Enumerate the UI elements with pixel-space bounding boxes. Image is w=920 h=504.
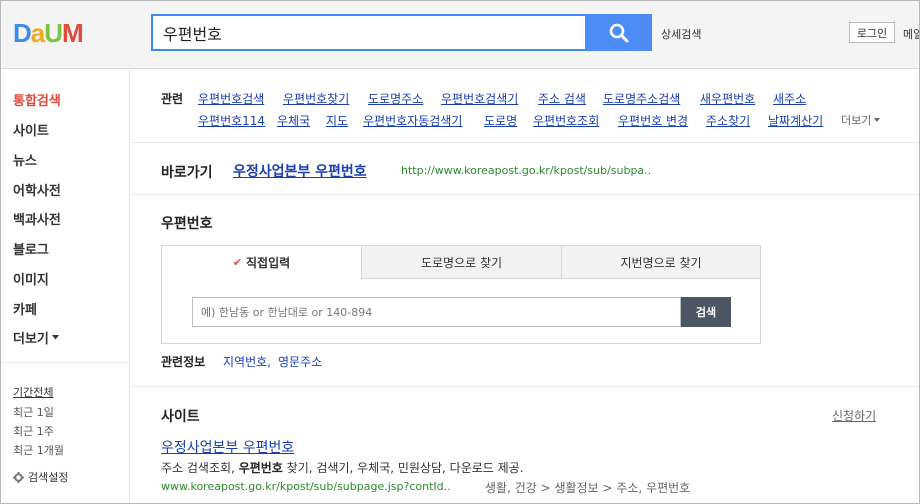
advanced-search-link[interactable]: 상세검색 [661, 26, 701, 42]
browser-page: D a U M 상세검색 로그인 메일 통합검색 사이트 뉴스 어학사전 백과사… [0, 0, 920, 504]
related-link[interactable]: 도로명주소 [368, 90, 423, 107]
related-link[interactable]: 도로명주소검색 [603, 90, 680, 107]
related-link[interactable]: 우편번호검색 [198, 90, 264, 107]
sidebar-more-label: 더보기 [13, 332, 49, 347]
english-address-link[interactable]: 영문주소 [278, 353, 322, 370]
related-more-label: 더보기 [841, 114, 872, 127]
daum-logo[interactable]: D a U M [13, 17, 84, 48]
logo-letter-a: a [30, 17, 46, 48]
sidebar: 통합검색 사이트 뉴스 어학사전 백과사전 블로그 이미지 카페 더보기 기간전… [1, 70, 130, 503]
zipcode-tabs: ✔ 직접입력 도로명으로 찾기 지번명으로 찾기 [162, 246, 760, 279]
section-divider [131, 142, 919, 143]
apply-link[interactable]: 신청하기 [832, 407, 876, 424]
shortcut-url[interactable]: http://www.koreapost.go.kr/kpost/sub/sub… [401, 164, 651, 177]
logo-letter-d: D [13, 17, 32, 48]
login-button[interactable]: 로그인 [849, 22, 895, 43]
related-link[interactable]: 우체국 [277, 112, 310, 129]
logo-letter-m: M [62, 17, 84, 48]
search-input[interactable] [153, 16, 585, 49]
zipcode-input[interactable] [193, 298, 680, 326]
related-info-label: 관련정보 [161, 355, 206, 369]
result-description: 주소 검색조회, 우편번호 찾기, 검색기, 우체국, 민원상담, 다운로드 제… [161, 459, 524, 476]
result-title-link[interactable]: 우정사업본부 우편번호 [161, 437, 294, 457]
search-settings-label: 검색설정 [28, 471, 69, 484]
sidebar-item-news[interactable]: 뉴스 [13, 150, 37, 169]
sidebar-item-image[interactable]: 이미지 [13, 269, 49, 288]
caret-down-icon [51, 335, 59, 340]
result-desc-post: 찾기, 검색기, 우체국, 민원상담, 다운로드 제공. [282, 461, 524, 475]
search-settings-link[interactable]: 검색설정 [13, 469, 68, 485]
search-button[interactable] [585, 14, 652, 51]
mail-link[interactable]: 메일 [903, 26, 919, 42]
related-link[interactable]: 우편번호자동검색기 [363, 112, 462, 129]
period-item-1month[interactable]: 최근 1개월 [13, 442, 64, 458]
period-item-1day[interactable]: 최근 1일 [13, 404, 54, 420]
related-link[interactable]: 주소찾기 [706, 112, 750, 129]
caret-down-icon [874, 118, 881, 122]
zipcode-input-wrapper [192, 297, 681, 327]
gear-icon [13, 471, 24, 483]
sidebar-item-encyclopedia[interactable]: 백과사전 [13, 209, 61, 228]
zipcode-search-panel: ✔ 직접입력 도로명으로 찾기 지번명으로 찾기 검색 [161, 245, 761, 344]
result-desc-highlight: 우편번호 [238, 461, 283, 475]
tab-direct-input[interactable]: ✔ 직접입력 [162, 246, 361, 279]
related-link[interactable]: 새주소 [773, 90, 806, 107]
logo-letter-u: U [44, 17, 63, 48]
search-icon [609, 23, 628, 42]
sidebar-divider [1, 362, 129, 363]
tab-direct-input-label: 직접입력 [246, 255, 291, 270]
related-link[interactable]: 새우편번호 [700, 90, 755, 107]
related-link[interactable]: 우편번호검색기 [441, 90, 518, 107]
zipcode-section-title: 우편번호 [161, 216, 213, 232]
related-link[interactable]: 우편번호찾기 [283, 90, 349, 107]
search-box [151, 14, 585, 51]
period-item-1week[interactable]: 최근 1주 [13, 423, 54, 439]
tab-road-name[interactable]: 도로명으로 찾기 [361, 246, 561, 279]
shortcut-label: 바로가기 [161, 165, 213, 181]
related-link[interactable]: 우편번호114 [198, 112, 265, 129]
sidebar-item-integrated-search[interactable]: 통합검색 [13, 90, 61, 109]
period-filter-title[interactable]: 기간전체 [13, 384, 53, 400]
section-divider [131, 194, 919, 195]
sidebar-item-cafe[interactable]: 카페 [13, 299, 37, 318]
related-link[interactable]: 날짜계산기 [768, 112, 823, 129]
related-label: 관련 [161, 92, 184, 106]
related-link[interactable]: 지도 [326, 112, 348, 129]
result-url[interactable]: www.koreapost.go.kr/kpost/sub/subpage.js… [161, 480, 451, 493]
main-content: 관련 우편번호검색 우편번호찾기 도로명주소 우편번호검색기 주소 검색 도로명… [131, 70, 919, 503]
sidebar-item-more[interactable]: 더보기 [13, 328, 59, 347]
related-link[interactable]: 도로명 [484, 112, 517, 129]
section-divider [131, 386, 919, 387]
area-code-link[interactable]: 지역번호, [223, 353, 271, 370]
related-more-button[interactable]: 더보기 [841, 112, 881, 128]
related-link[interactable]: 우편번호조회 [533, 112, 599, 129]
site-section-title: 사이트 [161, 409, 200, 425]
sidebar-item-site[interactable]: 사이트 [13, 120, 49, 139]
sidebar-item-blog[interactable]: 블로그 [13, 239, 49, 258]
zipcode-search-button[interactable]: 검색 [681, 297, 731, 327]
result-category-path: 생활, 건강 > 생활정보 > 주소, 우편번호 [485, 481, 691, 495]
related-link[interactable]: 우편번호 변경 [618, 112, 688, 129]
header: D a U M 상세검색 로그인 메일 [1, 1, 919, 69]
check-icon: ✔ [232, 255, 243, 269]
tab-lot-number[interactable]: 지번명으로 찾기 [561, 246, 760, 279]
result-desc-pre: 주소 검색조회, [161, 461, 239, 475]
sidebar-item-language-dictionary[interactable]: 어학사전 [13, 180, 61, 199]
shortcut-link[interactable]: 우정사업본부 우편번호 [233, 161, 367, 181]
related-link[interactable]: 주소 검색 [538, 90, 586, 107]
